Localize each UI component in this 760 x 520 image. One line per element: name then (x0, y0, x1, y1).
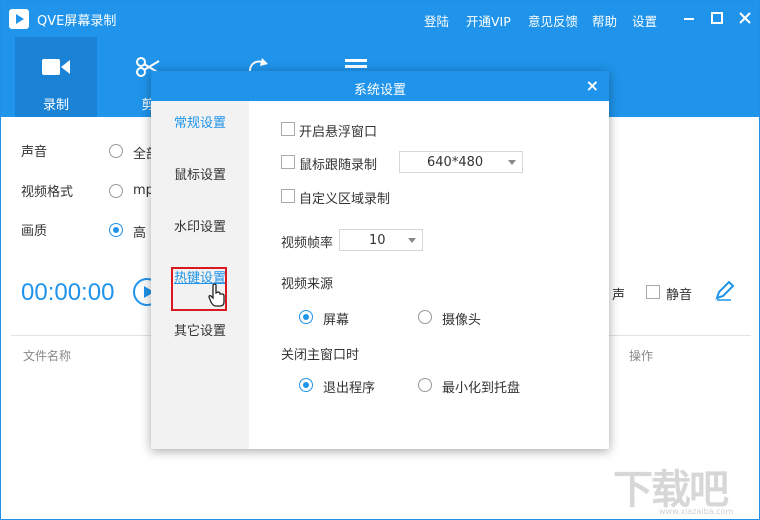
col-filename: 文件名称 (23, 349, 72, 363)
resolution-select[interactable]: 640*480 (399, 151, 523, 173)
feedback-link[interactable]: 意见反馈 (528, 11, 578, 30)
custom-area-label: 自定义区域录制 (299, 192, 391, 207)
float-window-label: 开启悬浮窗口 (299, 125, 378, 140)
record-tab-label: 录制 (42, 98, 69, 113)
settings-link[interactable]: 设置 (632, 11, 657, 30)
sound-label: 声音 (21, 145, 48, 160)
quality-high-radio[interactable] (109, 223, 123, 237)
pencil-icon[interactable] (713, 280, 735, 302)
hand-cursor-icon (208, 283, 225, 307)
follow-mouse-label: 鼠标跟随录制 (299, 158, 378, 173)
sound-all-radio[interactable] (109, 144, 123, 158)
source-screen-label: 屏幕 (323, 313, 350, 328)
format-label: 视频格式 (21, 185, 74, 200)
format-mp4-radio[interactable] (109, 184, 123, 198)
watermark-logo: 下载吧 www.xiazaiba.com (613, 457, 755, 517)
app-logo-icon (9, 9, 29, 29)
resolution-value: 640*480 (427, 155, 484, 170)
mute-label: 静音 (666, 288, 693, 303)
source-screen-radio[interactable] (299, 310, 313, 324)
follow-mouse-checkbox[interactable] (281, 155, 295, 169)
source-camera-label: 摄像头 (442, 313, 482, 328)
fps-label: 视频帧率 (281, 236, 334, 251)
minimize-icon[interactable] (680, 9, 698, 27)
watermark-sub: www.xiazaiba.com (659, 507, 734, 516)
close-tray-label: 最小化到托盘 (442, 381, 521, 396)
fps-value: 10 (369, 233, 386, 248)
chevron-down-icon (508, 160, 516, 165)
quality-label: 画质 (21, 224, 48, 239)
sidebar-item-general[interactable]: 常规设置 (151, 111, 249, 137)
close-tray-radio[interactable] (418, 378, 432, 392)
close-exit-label: 退出程序 (323, 381, 376, 396)
sidebar-item-watermark[interactable]: 水印设置 (151, 215, 249, 241)
dialog-title-bar: 系统设置 × (151, 71, 609, 101)
close-icon[interactable] (736, 9, 754, 27)
login-link[interactable]: 登陆 (424, 11, 449, 30)
sound-check-label: 声 (612, 288, 626, 303)
fps-select[interactable]: 10 (339, 229, 423, 251)
source-camera-radio[interactable] (418, 310, 432, 324)
mute-checkbox[interactable] (646, 285, 660, 299)
custom-area-checkbox[interactable] (281, 189, 295, 203)
col-action: 操作 (629, 349, 654, 363)
float-window-checkbox[interactable] (281, 122, 295, 136)
video-camera-icon (42, 59, 70, 75)
app-title: QVE屏幕录制 (37, 14, 117, 29)
title-bar: QVE屏幕录制 登陆 开通VIP 意见反馈 帮助 设置 (1, 1, 759, 37)
settings-dialog: 系统设置 × 常规设置 鼠标设置 水印设置 热键设置 其它设置 开启悬浮窗口 鼠… (151, 71, 609, 449)
close-behavior-label: 关闭主窗口时 (281, 348, 360, 363)
record-tab[interactable]: 录制 (15, 37, 97, 117)
quality-high-label: 高 (133, 226, 147, 241)
sidebar-item-other[interactable]: 其它设置 (151, 319, 249, 345)
record-timer: 00:00:00 (21, 279, 115, 306)
dialog-title: 系统设置 (353, 83, 406, 98)
dialog-sidebar: 常规设置 鼠标设置 水印设置 热键设置 其它设置 (151, 101, 249, 449)
help-link[interactable]: 帮助 (592, 11, 617, 30)
dialog-close-icon[interactable]: × (586, 76, 599, 95)
source-label: 视频来源 (281, 277, 334, 292)
close-exit-radio[interactable] (299, 378, 313, 392)
vip-link[interactable]: 开通VIP (466, 11, 511, 30)
maximize-icon[interactable] (708, 9, 726, 27)
sidebar-item-mouse[interactable]: 鼠标设置 (151, 163, 249, 189)
chevron-down-icon (408, 238, 416, 243)
